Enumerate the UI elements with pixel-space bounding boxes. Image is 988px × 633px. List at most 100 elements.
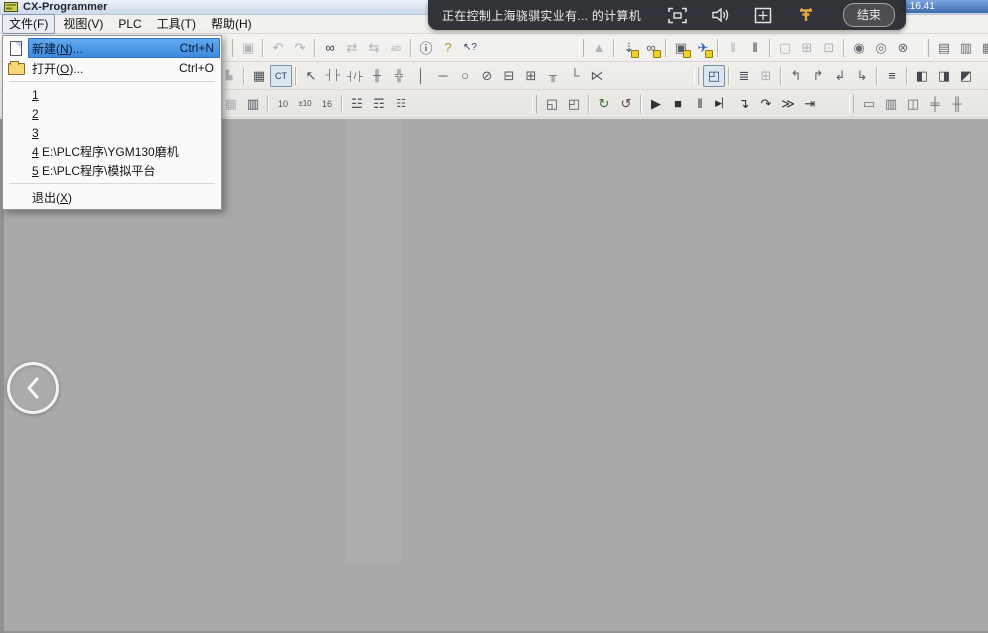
pause-monitor-icon[interactable]: ‖ bbox=[722, 37, 744, 59]
stop-icon[interactable]: ■ bbox=[667, 93, 689, 115]
symbol-table-icon[interactable]: ▦ bbox=[248, 65, 270, 87]
toolbar-gripper bbox=[579, 39, 584, 57]
goto-next-address-icon[interactable]: ↲ bbox=[829, 65, 851, 87]
normally-closed-contact-icon[interactable]: ┤/├ bbox=[344, 65, 366, 87]
network-node-icon[interactable]: ╪ bbox=[924, 93, 946, 115]
toolbar-separator bbox=[665, 39, 667, 57]
differential-monitor-icon[interactable]: ☷ bbox=[390, 93, 412, 115]
end-control-button[interactable]: 结束 bbox=[843, 3, 895, 27]
normally-open-contact-icon[interactable]: ┤├ bbox=[322, 65, 344, 87]
delete-row-icon[interactable]: ⋉ bbox=[586, 65, 608, 87]
monitor-pause-icon[interactable]: ☶ bbox=[368, 93, 390, 115]
menu-help[interactable]: 帮助(H) bbox=[204, 14, 259, 34]
grid-edit-icon[interactable]: ▥ bbox=[242, 93, 264, 115]
run-icon[interactable]: ▶ bbox=[645, 93, 667, 115]
transfer-to-plc-icon[interactable]: ▣ bbox=[670, 37, 692, 59]
or-contact-icon[interactable]: ╫ bbox=[366, 65, 388, 87]
horizontal-line-icon[interactable]: ─ bbox=[432, 65, 454, 87]
online-edit-icon[interactable]: ⊡ bbox=[818, 37, 840, 59]
unit-icon[interactable]: ▭ bbox=[858, 93, 880, 115]
tile-windows-icon[interactable]: ◰ bbox=[563, 93, 585, 115]
vertical-line-icon[interactable]: │ bbox=[410, 65, 432, 87]
monitor-icon[interactable]: ☳ bbox=[346, 93, 368, 115]
menu-file[interactable]: 文件(F) bbox=[2, 14, 55, 34]
monitor-signed-decimal-icon[interactable]: ±10 bbox=[294, 93, 316, 115]
closed-coil-icon[interactable]: ⊘ bbox=[476, 65, 498, 87]
menu-item-exit[interactable]: 退出(X) bbox=[4, 187, 220, 207]
instruction-box-icon[interactable]: ⊟ bbox=[498, 65, 520, 87]
change-all-icon[interactable]: ab bbox=[385, 37, 407, 59]
menu-item-recent-3[interactable]: 3 bbox=[4, 123, 220, 142]
io-table-icon[interactable]: ▤ bbox=[933, 37, 955, 59]
goto-previous-jump-icon[interactable]: ↳ bbox=[851, 65, 873, 87]
save-all-icon[interactable]: ▣ bbox=[237, 37, 259, 59]
annotation-icon[interactable] bbox=[749, 4, 777, 26]
work-online-simulator-icon[interactable]: ∞ bbox=[640, 37, 662, 59]
ladder-view-icon[interactable]: CT bbox=[270, 65, 292, 87]
device-icon[interactable]: ◫ bbox=[902, 93, 924, 115]
work-online-icon[interactable]: ⇣ bbox=[618, 37, 640, 59]
transfer-from-plc-icon[interactable]: ✈ bbox=[692, 37, 714, 59]
layers-icon[interactable]: ≣ bbox=[733, 65, 755, 87]
pause-icon[interactable]: ‖ bbox=[744, 37, 766, 59]
project-hierarchy-icon[interactable]: ≡ bbox=[881, 65, 903, 87]
address-reference-icon[interactable]: ⊞ bbox=[755, 65, 777, 87]
force-on-icon[interactable]: ◉ bbox=[848, 37, 870, 59]
menu-view[interactable]: 视图(V) bbox=[56, 14, 110, 34]
redo-icon[interactable]: ↷ bbox=[289, 37, 311, 59]
show-windows-icon[interactable]: ◰ bbox=[703, 65, 725, 87]
pause-simulation-icon[interactable]: ‖ bbox=[689, 93, 711, 115]
menu-item-new[interactable]: 新建(N)...Ctrl+N bbox=[4, 38, 220, 58]
differentiate-icon[interactable]: ╥ bbox=[542, 65, 564, 87]
rack-icon[interactable]: ▥ bbox=[880, 93, 902, 115]
find-icon[interactable]: ∞ bbox=[319, 37, 341, 59]
force-cancel-icon[interactable]: ⊗ bbox=[892, 37, 914, 59]
menu-tools[interactable]: 工具(T) bbox=[150, 14, 203, 34]
select-arrow-icon[interactable]: ↖ bbox=[300, 65, 322, 87]
monitor-decimal-icon[interactable]: 10 bbox=[272, 93, 294, 115]
step-run-icon[interactable]: ▶▏ bbox=[711, 93, 733, 115]
cascade-windows-icon[interactable]: ◱ bbox=[541, 93, 563, 115]
menu-plc[interactable]: PLC bbox=[111, 16, 148, 33]
force-off-icon[interactable]: ◎ bbox=[870, 37, 892, 59]
cross-reference-icon[interactable]: ◩ bbox=[955, 65, 977, 87]
continuous-step-icon[interactable]: ≫ bbox=[777, 93, 799, 115]
menu-item-recent-5[interactable]: 5 E:\PLC程序\模拟平台 bbox=[4, 161, 220, 180]
toolbar-separator bbox=[613, 39, 615, 57]
menu-item-open[interactable]: 打开(O)...Ctrl+O bbox=[4, 58, 220, 78]
step-into-icon[interactable]: ↴ bbox=[733, 93, 755, 115]
undo-icon[interactable]: ↶ bbox=[267, 37, 289, 59]
coil-icon[interactable]: ○ bbox=[454, 65, 476, 87]
context-help-icon[interactable]: ↖? bbox=[459, 37, 481, 59]
grid-show-icon[interactable]: ▦ bbox=[220, 93, 242, 115]
simulator-online-icon[interactable]: ↻ bbox=[593, 93, 615, 115]
run-mode-icon[interactable]: ▲ bbox=[588, 37, 610, 59]
or-closed-contact-icon[interactable]: ╬ bbox=[388, 65, 410, 87]
collapse-panel-button[interactable] bbox=[7, 362, 59, 414]
help-icon[interactable]: ? bbox=[437, 37, 459, 59]
memory-card-icon[interactable]: ▦ bbox=[977, 37, 988, 59]
compile-icon[interactable]: ▢ bbox=[774, 37, 796, 59]
goto-output-icon[interactable]: ↱ bbox=[807, 65, 829, 87]
inverted-instruction-icon[interactable]: ⊞ bbox=[520, 65, 542, 87]
goto-input-icon[interactable]: ↰ bbox=[785, 65, 807, 87]
menu-item-recent-2[interactable]: 2 bbox=[4, 104, 220, 123]
output-window-icon[interactable]: ◨ bbox=[933, 65, 955, 87]
run-to-cursor-icon[interactable]: ⇥ bbox=[799, 93, 821, 115]
fullscreen-icon[interactable] bbox=[664, 4, 692, 26]
info-icon[interactable]: ⓘ bbox=[415, 37, 437, 59]
find-address-icon[interactable]: ⇆ bbox=[363, 37, 385, 59]
plc-settings-icon[interactable]: ▥ bbox=[955, 37, 977, 59]
watch-window-icon[interactable]: ◧ bbox=[911, 65, 933, 87]
replace-icon[interactable]: ⇄ bbox=[341, 37, 363, 59]
monitor-hex-icon[interactable]: 16 bbox=[316, 93, 338, 115]
network-branch-icon[interactable]: ╫ bbox=[946, 93, 968, 115]
menu-item-recent-1[interactable]: 1 bbox=[4, 85, 220, 104]
menu-item-recent-4[interactable]: 4 E:\PLC程序\YGM130磨机 bbox=[4, 142, 220, 161]
control-tool-icon[interactable] bbox=[792, 4, 820, 26]
simulator-network-icon[interactable]: ↺ bbox=[615, 93, 637, 115]
end-line-icon[interactable]: └ bbox=[564, 65, 586, 87]
transfer-program-icon[interactable]: ⊞ bbox=[796, 37, 818, 59]
speaker-icon[interactable] bbox=[707, 4, 735, 26]
step-over-icon[interactable]: ↷ bbox=[755, 93, 777, 115]
